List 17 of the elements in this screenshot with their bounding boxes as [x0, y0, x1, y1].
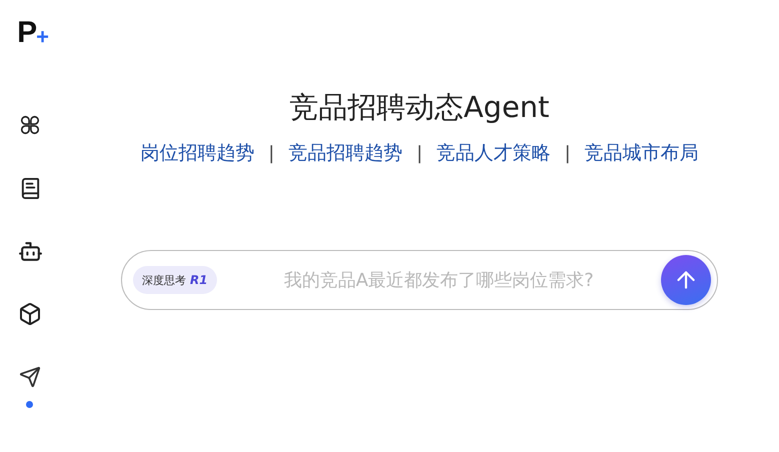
- clover-icon: [19, 114, 41, 136]
- sidebar-item[interactable]: [17, 301, 43, 327]
- deep-think-toggle[interactable]: 深度思考 R1: [133, 266, 217, 294]
- send-button[interactable]: [661, 255, 711, 305]
- logo: P+: [17, 18, 49, 48]
- active-indicator: [26, 401, 33, 408]
- cube-icon: [18, 302, 42, 326]
- suggestion-link[interactable]: 竞品人才策略: [436, 140, 551, 166]
- page-title: 竞品招聘动态Agent: [290, 89, 550, 126]
- send-icon: [19, 366, 41, 388]
- separator: |: [268, 142, 274, 164]
- separator: |: [564, 142, 571, 164]
- suggestion-link[interactable]: 岗位招聘趋势: [140, 140, 254, 166]
- separator: |: [416, 142, 423, 164]
- suggestion-link[interactable]: 竞品城市布局: [584, 140, 699, 166]
- suggestion-link[interactable]: 竞品招聘趋势: [288, 140, 402, 166]
- chat-input[interactable]: 深度思考 R1 我的竞品A最近都发布了哪些岗位需求?: [121, 250, 718, 310]
